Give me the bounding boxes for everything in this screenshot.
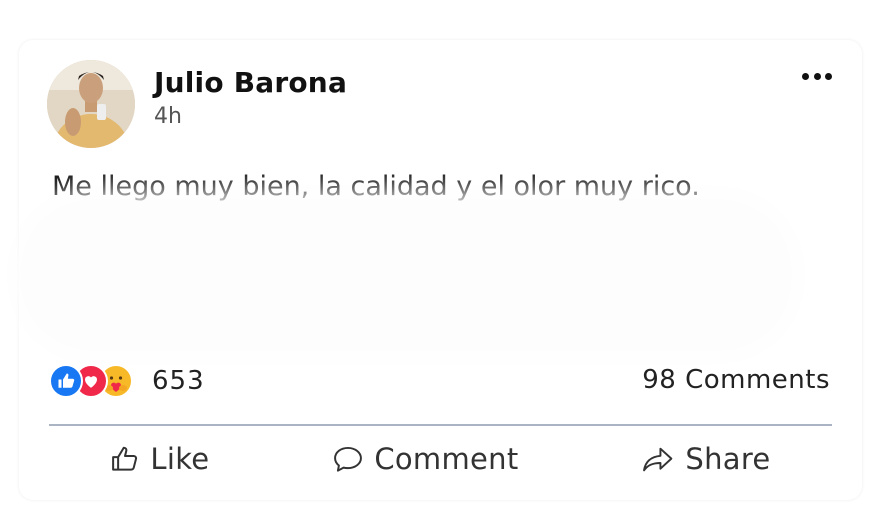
reaction-count: 653 xyxy=(152,366,205,396)
dot-icon xyxy=(825,72,832,80)
comment-button[interactable]: Comment xyxy=(332,442,518,476)
more-options-button[interactable] xyxy=(802,70,832,82)
action-bar: Like Comment Share xyxy=(49,436,832,482)
post-timestamp[interactable]: 4h xyxy=(154,104,182,129)
avatar[interactable] xyxy=(47,60,135,148)
post-card: Julio Barona 4h Me llego muy bien, la ca… xyxy=(19,40,862,500)
divider xyxy=(49,424,832,426)
thumbs-up-icon xyxy=(112,446,138,471)
like-label: Like xyxy=(150,442,210,476)
dot-icon xyxy=(813,72,821,80)
share-arrow-icon xyxy=(643,447,673,472)
comments-count[interactable]: 98 Comments xyxy=(642,365,830,395)
dot-icon xyxy=(802,72,809,80)
blurred-content xyxy=(31,210,781,340)
post-text: Me llego muy bien, la calidad y el olor … xyxy=(52,171,700,202)
comment-label: Comment xyxy=(374,442,519,476)
like-button[interactable]: Like xyxy=(110,442,209,476)
author-name[interactable]: Julio Barona xyxy=(154,66,347,99)
share-button[interactable]: Share xyxy=(641,442,770,476)
comment-bubble-icon xyxy=(334,446,363,472)
avatar-photo xyxy=(47,60,135,148)
reactions-summary[interactable]: 653 xyxy=(49,363,205,399)
like-icon xyxy=(49,364,83,398)
share-label: Share xyxy=(685,442,771,476)
